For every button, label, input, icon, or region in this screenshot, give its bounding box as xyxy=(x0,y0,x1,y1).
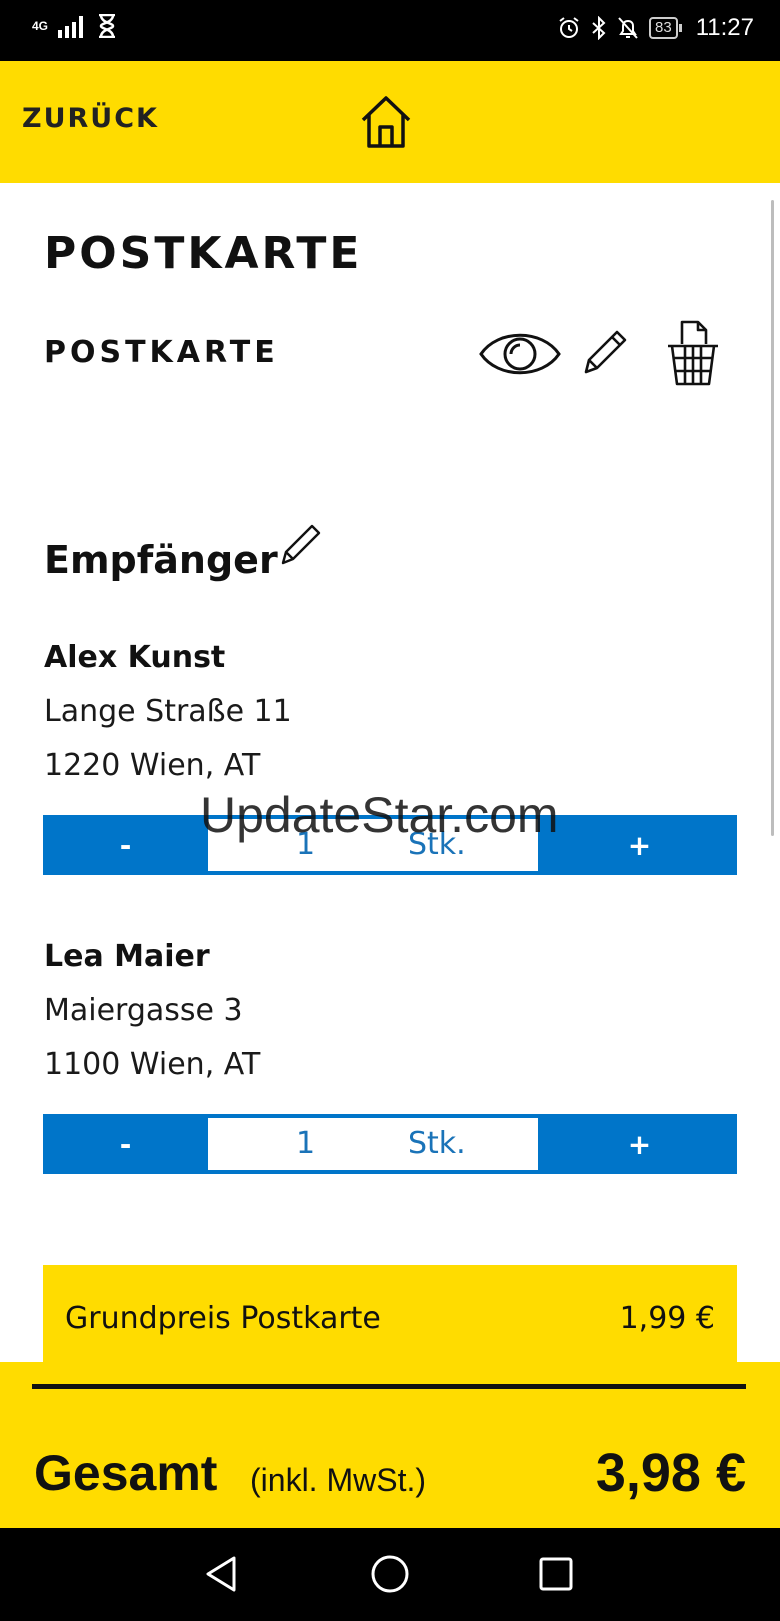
preview-button[interactable] xyxy=(478,325,562,383)
nav-back-button[interactable] xyxy=(200,1552,244,1596)
quantity-stepper: - 1 Stk. + xyxy=(43,815,737,875)
increase-quantity-button[interactable]: + xyxy=(542,1114,737,1174)
quantity-value: 1 xyxy=(296,827,316,862)
trash-basket-icon xyxy=(668,320,718,386)
network-type: 4G xyxy=(32,19,49,33)
decrease-quantity-button[interactable]: - xyxy=(43,815,208,875)
pencil-icon xyxy=(584,330,627,374)
recipient-name: Alex Kunst xyxy=(44,640,226,675)
square-recents-icon xyxy=(539,1557,573,1591)
edit-recipients-button[interactable] xyxy=(278,520,324,568)
divider xyxy=(32,1384,746,1389)
recipient-street: Maiergasse 3 xyxy=(44,993,243,1028)
scrollbar[interactable] xyxy=(771,200,774,836)
page-title: POSTKARTE xyxy=(44,228,363,279)
total-tax-note: (inkl. MwSt.) xyxy=(250,1462,426,1498)
recipients-heading: Empfänger xyxy=(44,538,278,582)
recipient-name: Lea Maier xyxy=(44,939,210,974)
nav-home-button[interactable] xyxy=(368,1552,412,1596)
quantity-stepper: - 1 Stk. + xyxy=(43,1114,737,1174)
back-button[interactable]: ZURÜCK xyxy=(22,103,159,134)
decrease-quantity-button[interactable]: - xyxy=(43,1114,208,1174)
eye-icon xyxy=(479,333,561,375)
quantity-field[interactable]: 1 Stk. xyxy=(208,1118,538,1170)
base-price-label: Grundpreis Postkarte xyxy=(65,1301,381,1336)
hourglass-icon xyxy=(99,14,116,38)
total-footer: Gesamt (inkl. MwSt.) 3,98 € xyxy=(0,1362,780,1528)
home-icon xyxy=(361,96,411,148)
quantity-field[interactable]: 1 Stk. xyxy=(208,819,538,871)
base-price-value: 1,99 € xyxy=(619,1301,715,1336)
home-button[interactable] xyxy=(360,95,412,149)
quantity-unit: Stk. xyxy=(408,827,466,862)
total-value: 3,98 € xyxy=(595,1443,746,1503)
pencil-icon xyxy=(281,524,321,565)
circle-home-icon xyxy=(371,1555,409,1593)
quantity-value: 1 xyxy=(296,1126,316,1161)
alarm-icon xyxy=(559,17,579,38)
bluetooth-icon xyxy=(592,16,606,40)
quantity-unit: Stk. xyxy=(408,1126,466,1161)
status-bar: 4G 83 11:27 xyxy=(0,0,780,61)
increase-quantity-button[interactable]: + xyxy=(542,815,737,875)
system-nav-bar xyxy=(0,1528,780,1621)
triangle-back-icon xyxy=(206,1556,236,1592)
bell-off-icon xyxy=(618,17,638,39)
app-header: ZURÜCK xyxy=(0,61,780,183)
total-label: Gesamt xyxy=(34,1445,218,1501)
battery-indicator: 83 xyxy=(649,17,682,39)
signal-icon xyxy=(58,16,84,38)
recipient-city: 1220 Wien, AT xyxy=(44,748,261,783)
recipient-city: 1100 Wien, AT xyxy=(44,1047,261,1082)
edit-card-button[interactable] xyxy=(580,326,630,378)
product-name: POSTKARTE xyxy=(44,335,279,370)
recipient-street: Lange Straße 11 xyxy=(44,694,292,729)
clock: 11:27 xyxy=(695,14,754,41)
delete-button[interactable] xyxy=(664,318,722,388)
nav-recents-button[interactable] xyxy=(534,1552,578,1596)
base-price-box: Grundpreis Postkarte 1,99 € xyxy=(43,1265,737,1365)
